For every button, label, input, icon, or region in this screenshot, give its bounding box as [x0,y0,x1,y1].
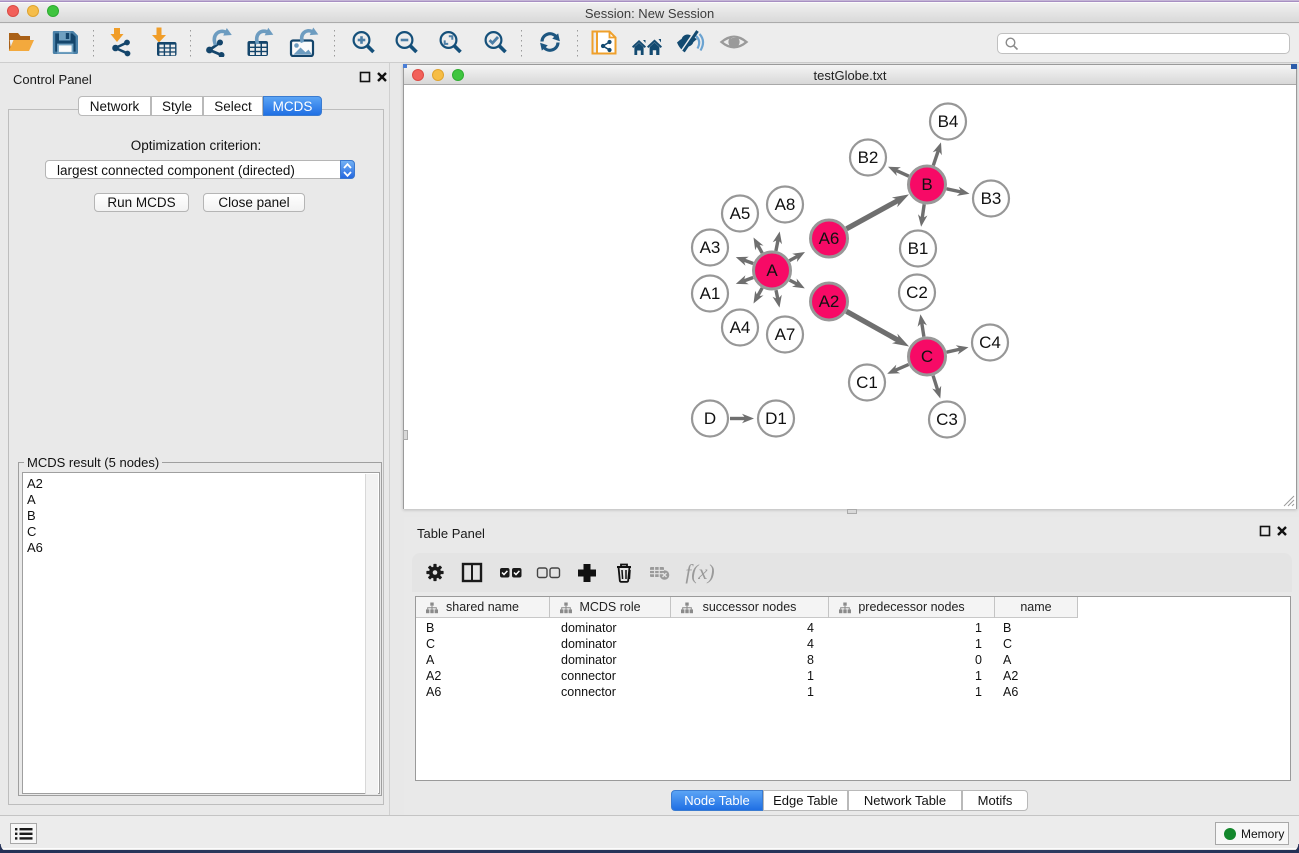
svg-text:A8: A8 [775,195,796,214]
svg-text:A1: A1 [700,284,721,303]
svg-text:B2: B2 [858,148,879,167]
svg-text:A2: A2 [819,292,840,311]
svg-text:B1: B1 [908,239,929,258]
svg-text:D1: D1 [765,409,787,428]
svg-text:A3: A3 [700,238,721,257]
svg-text:A6: A6 [819,229,840,248]
svg-text:A4: A4 [730,318,751,337]
svg-text:B3: B3 [981,189,1002,208]
svg-text:C3: C3 [936,410,958,429]
svg-text:C2: C2 [906,283,928,302]
svg-text:B4: B4 [938,112,959,131]
svg-text:D: D [704,409,716,428]
svg-text:C: C [921,347,933,366]
svg-text:A5: A5 [730,204,751,223]
svg-text:C1: C1 [856,373,878,392]
svg-text:f(x): f(x) [685,560,714,584]
svg-text:A7: A7 [775,325,796,344]
svg-text:A: A [766,261,778,280]
svg-text:B: B [921,175,932,194]
svg-text:C4: C4 [979,333,1001,352]
